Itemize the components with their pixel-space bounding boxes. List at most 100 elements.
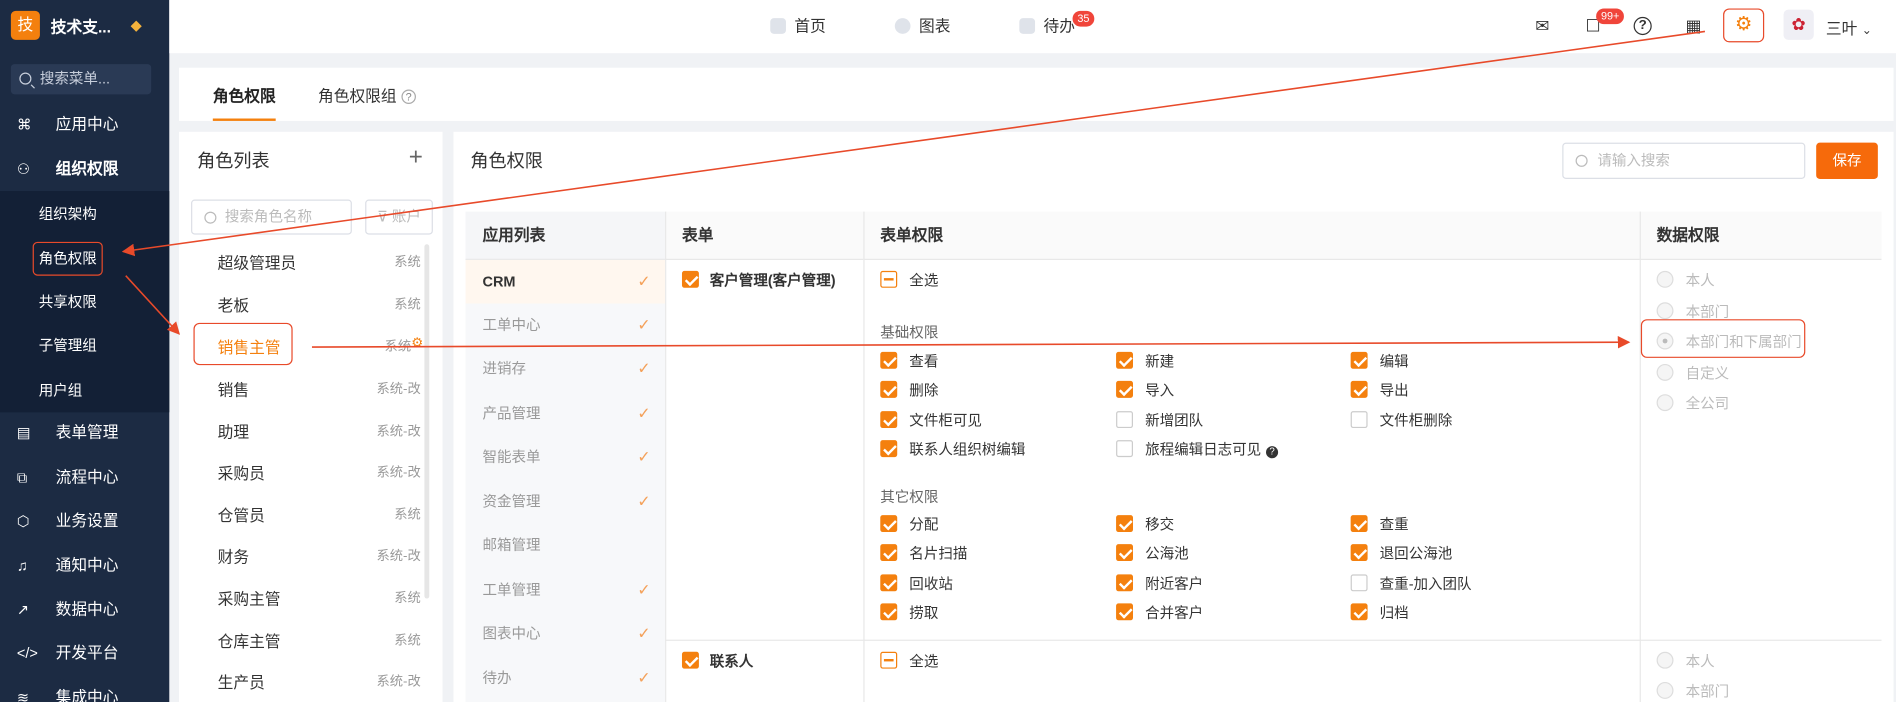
role-name: 生产员 xyxy=(217,673,265,692)
tab-role-permissions[interactable]: 角色权限 xyxy=(213,83,276,107)
perm-checkbox[interactable] xyxy=(880,351,898,369)
perm-checkbox[interactable] xyxy=(880,544,898,562)
role-item[interactable]: 助理 系统-改 xyxy=(179,411,433,452)
data-scope-radio[interactable] xyxy=(1656,270,1674,288)
role-item[interactable]: 老板 系统 xyxy=(179,284,433,325)
permission-search-input[interactable]: 请输入搜索 xyxy=(1562,142,1806,179)
role-item-selected[interactable]: 销售主管 系统 ⚙ xyxy=(179,322,433,366)
role-item[interactable]: 采购主管 系统 xyxy=(179,578,433,619)
perm-checkbox[interactable] xyxy=(880,574,898,592)
menu-search-input[interactable]: 搜索菜单... xyxy=(10,64,152,95)
sidebar-item-notification-center[interactable]: ♫ 通知中心 xyxy=(0,544,169,588)
data-scope-radio-selected[interactable] xyxy=(1656,332,1674,350)
form-checkbox[interactable] xyxy=(681,651,699,669)
add-role-button[interactable]: + xyxy=(409,144,423,172)
select-all-checkbox[interactable] xyxy=(880,270,898,288)
app-item[interactable]: 邮箱管理 xyxy=(466,524,666,568)
role-item[interactable]: 财务 系统-改 xyxy=(179,536,433,577)
app-item[interactable]: 待办 ✓ xyxy=(466,657,666,701)
perm-checkbox[interactable] xyxy=(880,603,898,621)
help-icon[interactable]: ? xyxy=(1266,446,1279,459)
perm-checkbox[interactable] xyxy=(1350,351,1368,369)
role-item[interactable]: 生产员 系统-改 xyxy=(179,661,433,702)
sidebar-item-org-permissions[interactable]: ⚇ 组织权限 xyxy=(0,148,169,192)
settings-gear-icon[interactable]: ⚙ xyxy=(1723,8,1765,43)
perm-checkbox[interactable] xyxy=(1116,380,1134,398)
save-button[interactable]: 保存 xyxy=(1816,142,1878,179)
select-all-checkbox[interactable] xyxy=(880,651,898,669)
perm-checkbox[interactable] xyxy=(880,380,898,398)
app-logo[interactable]: 技 xyxy=(10,10,40,40)
sidebar-item-apps[interactable]: ⌘ 应用中心 xyxy=(0,103,169,147)
perm-label: 名片扫描 xyxy=(909,545,968,563)
sidebar-item-process-center[interactable]: ⧉ 流程中心 xyxy=(0,456,169,500)
data-scope-label: 本部门和下属部门 xyxy=(1685,333,1802,351)
perm-checkbox[interactable] xyxy=(1350,544,1368,562)
perm-checkbox[interactable] xyxy=(1116,603,1134,621)
app-item-crm[interactable]: CRM ✓ xyxy=(465,259,666,304)
sidebar-item-dev-platform[interactable]: </> 开发平台 xyxy=(0,631,169,675)
data-scope-radio[interactable] xyxy=(1656,363,1674,381)
perm-checkbox[interactable] xyxy=(1116,574,1134,592)
app-item[interactable]: 图表中心 ✓ xyxy=(466,612,666,656)
perm-checkbox[interactable] xyxy=(1116,440,1134,458)
data-scope-radio[interactable] xyxy=(1656,302,1674,320)
settings-icon[interactable]: ⚙ xyxy=(411,335,423,351)
account-filter-button[interactable]: ⊽ 账户 xyxy=(365,199,433,235)
data-scope-label: 本人 xyxy=(1685,272,1715,289)
top-header: 首页 图表 待办 35 ✉ ☐ 99+ ? ▦ ⚙ ✿ 三叶 ⌄ xyxy=(169,0,1896,54)
tab-charts[interactable]: 图表 xyxy=(894,15,950,39)
sidebar-item-integration-center[interactable]: ≋ 集成中心 xyxy=(0,676,169,702)
app-item[interactable]: 产品管理 ✓ xyxy=(466,392,666,436)
perm-checkbox[interactable] xyxy=(1350,380,1368,398)
perm-checkbox[interactable] xyxy=(1350,574,1368,592)
app-item[interactable]: 工单管理 ✓ xyxy=(466,568,666,612)
perm-checkbox[interactable] xyxy=(1116,411,1134,429)
role-item[interactable]: 仓库主管 系统 xyxy=(179,620,433,661)
perm-checkbox[interactable] xyxy=(1350,515,1368,533)
sidebar-subitem-share-permissions[interactable]: 共享权限 xyxy=(39,290,97,314)
basic-permissions-label: 基础权限 xyxy=(880,324,939,341)
role-permission-panel: 角色权限 请输入搜索 保存 应用列表 表单 表单权限 数据权限 CRM ✓ 工单中… xyxy=(453,131,1894,702)
sidebar-subitem-user-groups[interactable]: 用户组 xyxy=(39,378,83,402)
app-item[interactable]: 智能表单 ✓ xyxy=(466,435,666,479)
help-icon[interactable]: ? xyxy=(1633,16,1652,36)
perm-checkbox[interactable] xyxy=(1116,351,1134,369)
perm-checkbox[interactable] xyxy=(880,411,898,429)
grid-icon[interactable]: ▦ xyxy=(1683,16,1704,37)
user-name[interactable]: 三叶 ⌄ xyxy=(1826,16,1872,39)
data-scope-radio[interactable] xyxy=(1656,681,1674,699)
perm-checkbox[interactable] xyxy=(880,440,898,458)
perm-checkbox[interactable] xyxy=(1350,411,1368,429)
sidebar-subitem-org-structure[interactable]: 组织架构 xyxy=(39,202,97,226)
perm-checkbox[interactable] xyxy=(1116,515,1134,533)
data-scope-radio[interactable] xyxy=(1656,394,1674,412)
help-icon[interactable]: ? xyxy=(401,89,416,104)
role-item[interactable]: 超级管理员 系统 xyxy=(179,242,433,283)
role-item[interactable]: 仓管员 系统 xyxy=(179,495,433,536)
form-checkbox[interactable] xyxy=(681,270,699,288)
tab-home[interactable]: 首页 xyxy=(770,15,826,39)
sidebar-item-business-settings[interactable]: ⬡ 业务设置 xyxy=(0,499,169,543)
data-scope-radio[interactable] xyxy=(1656,651,1674,669)
tab-role-permission-groups[interactable]: 角色权限组? xyxy=(318,83,416,107)
brand-name[interactable]: 技术支... xyxy=(51,15,111,38)
sidebar-subitem-role-permissions[interactable]: 角色权限 xyxy=(32,241,103,276)
sidebar-item-form-management[interactable]: ▤ 表单管理 xyxy=(0,411,169,455)
app-item[interactable]: 进销存 ✓ xyxy=(466,347,666,391)
perm-checkbox[interactable] xyxy=(880,515,898,533)
mail-icon[interactable]: ✉ xyxy=(1532,16,1553,37)
sidebar-subitem-sub-admin-groups[interactable]: 子管理组 xyxy=(39,334,97,358)
role-search-input[interactable]: 搜索角色名称 xyxy=(191,199,352,235)
sidebar-item-data-center[interactable]: ↗ 数据中心 xyxy=(0,588,169,632)
role-item[interactable]: 销售 系统-改 xyxy=(179,369,433,410)
app-item[interactable]: 资金管理 ✓ xyxy=(466,480,666,524)
perm-checkbox[interactable] xyxy=(1116,544,1134,562)
app-item[interactable]: 工单中心 ✓ xyxy=(466,304,666,348)
role-list-scrollbar[interactable] xyxy=(424,244,430,599)
row-divider xyxy=(665,639,1882,641)
avatar[interactable]: ✿ xyxy=(1783,9,1814,40)
role-item[interactable]: 采购员 系统-改 xyxy=(179,452,433,493)
perm-checkbox[interactable] xyxy=(1350,603,1368,621)
tab-todo[interactable]: 待办 xyxy=(1019,15,1075,39)
